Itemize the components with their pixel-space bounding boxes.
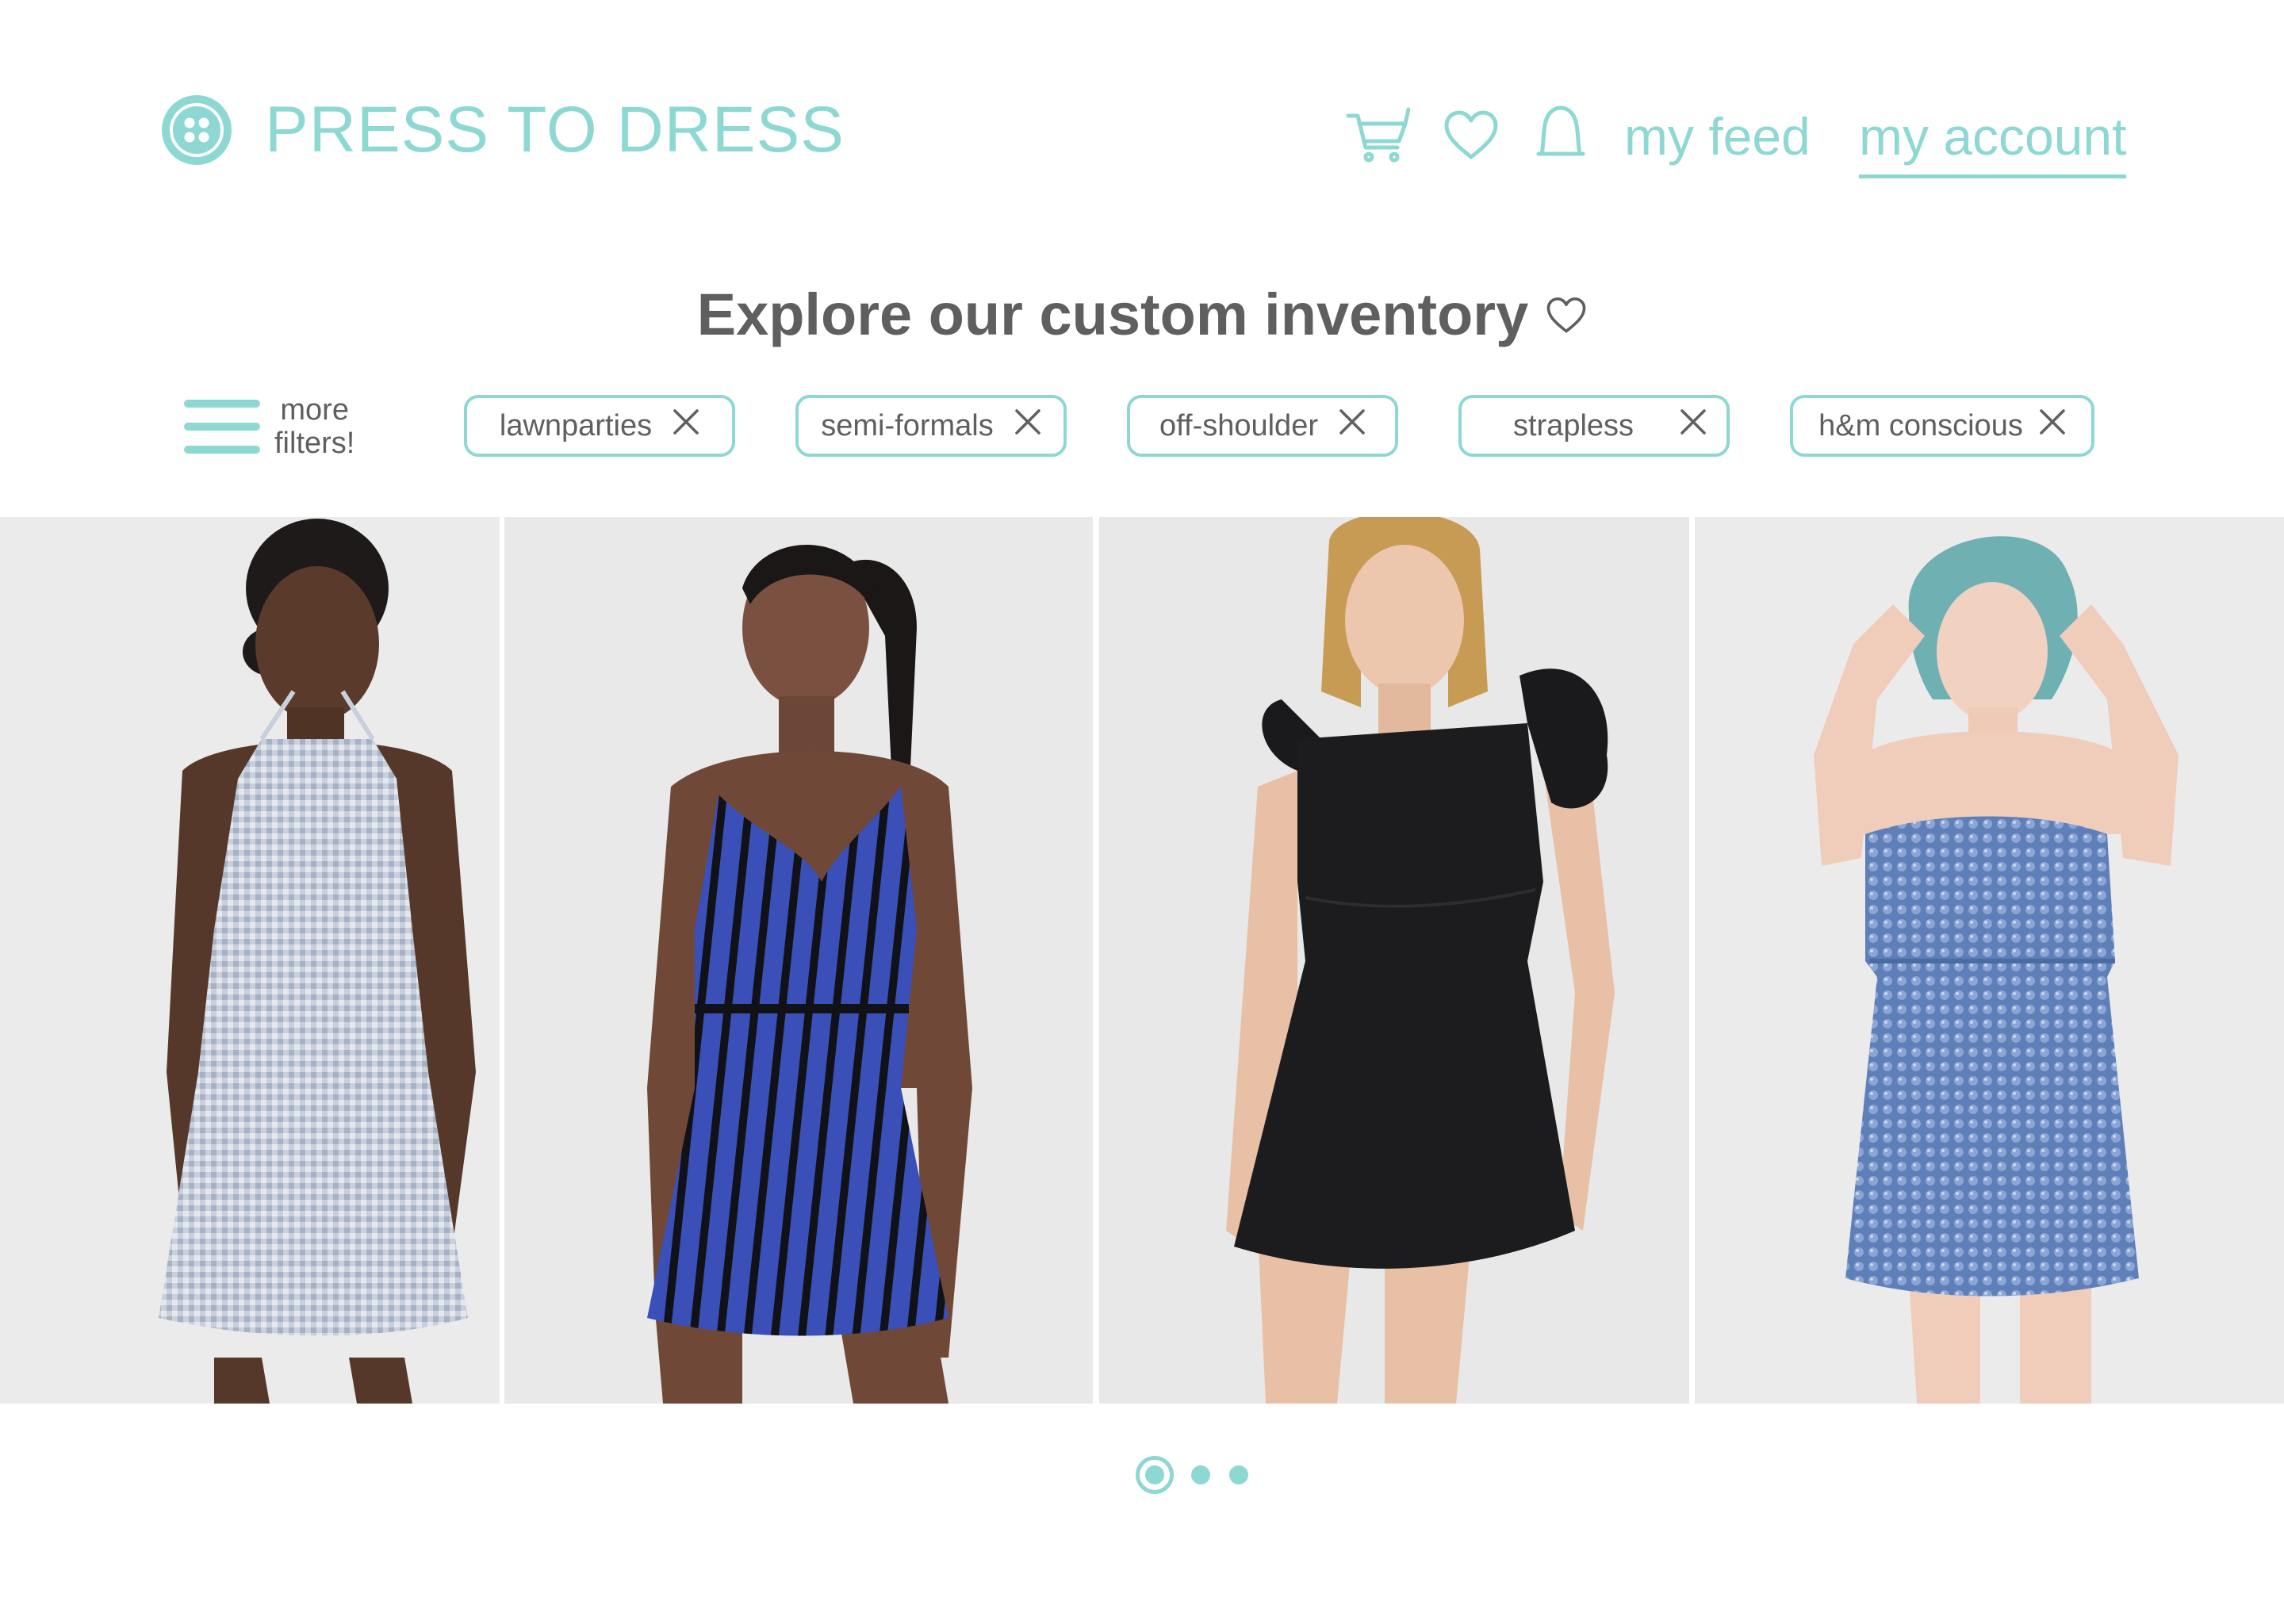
heart-outline-icon: [1528, 292, 1587, 339]
product-image-black-dress: [1226, 517, 1615, 1404]
more-filters-button[interactable]: more filters!: [182, 393, 354, 460]
close-icon[interactable]: [1680, 408, 1707, 443]
brand-logo[interactable]: PRESS TO DRESS: [160, 94, 845, 167]
product-gallery: [0, 517, 2284, 1404]
carousel-pagination: [1136, 1456, 1263, 1494]
close-icon[interactable]: [673, 408, 699, 443]
page-title: Explore our custom inventory: [696, 282, 1529, 347]
close-icon[interactable]: [2039, 408, 2066, 443]
bell-icon[interactable]: [1535, 102, 1586, 167]
filter-chip-semi-formals[interactable]: semi-formals: [795, 395, 1067, 457]
page: PRESS TO DRESS my feed my account Explor…: [0, 0, 2284, 1624]
pagination-dot-active[interactable]: [1136, 1456, 1174, 1494]
product-card[interactable]: [1695, 517, 2284, 1404]
button-icon: [160, 94, 233, 167]
pagination-dot[interactable]: [1229, 1465, 1248, 1484]
filter-chip-label: h&m conscious: [1818, 408, 2023, 442]
heart-icon[interactable]: [1443, 109, 1499, 162]
pagination-dot[interactable]: [1191, 1465, 1210, 1484]
filter-chip-label: semi-formals: [821, 408, 994, 442]
cart-icon[interactable]: [1345, 106, 1410, 167]
more-filters-line1: more: [280, 393, 349, 427]
hamburger-icon: [182, 396, 262, 457]
filter-chip-label: strapless: [1512, 408, 1634, 442]
close-icon[interactable]: [1014, 408, 1041, 443]
filter-chip-label: off-shoulder: [1159, 408, 1318, 442]
product-image-gingham-dress: [159, 519, 476, 1404]
more-filters-label: more filters!: [274, 393, 354, 460]
product-card[interactable]: [504, 517, 1093, 1404]
filter-chip-label: lawnparties: [499, 408, 653, 442]
filter-chip-strapless[interactable]: strapless: [1458, 395, 1730, 457]
product-image-sequin-dress: [1814, 536, 2179, 1404]
my-account-link[interactable]: my account: [1859, 102, 2127, 178]
more-filters-line2: filters!: [274, 427, 355, 460]
product-card[interactable]: [0, 517, 500, 1404]
product-card[interactable]: [1099, 517, 1689, 1404]
my-feed-link[interactable]: my feed: [1624, 102, 1811, 171]
close-icon[interactable]: [1339, 408, 1366, 443]
page-headline: Explore our custom inventory: [0, 279, 2284, 350]
filter-chip-hm-conscious[interactable]: h&m conscious: [1790, 395, 2094, 457]
brand-name: PRESS TO DRESS: [265, 94, 845, 166]
filter-chip-lawnparties[interactable]: lawnparties: [464, 395, 735, 457]
filter-chip-off-shoulder[interactable]: off-shoulder: [1127, 395, 1398, 457]
product-image-striped-dress: [647, 545, 972, 1404]
